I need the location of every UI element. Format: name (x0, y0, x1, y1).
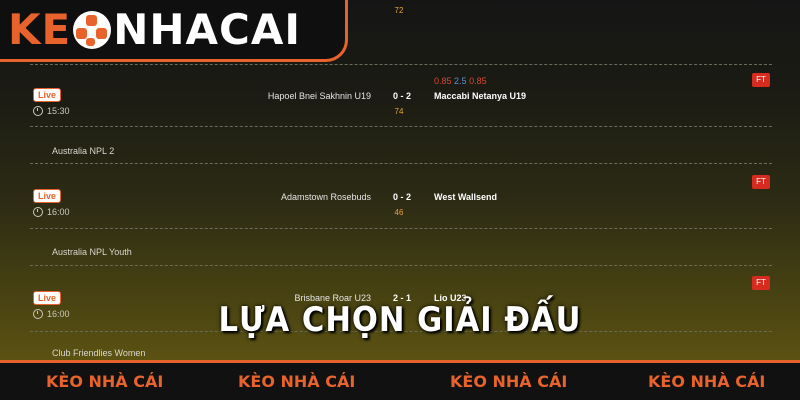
soccer-ball-icon (73, 10, 112, 49)
home-team[interactable]: Adamstown Rosebuds (171, 192, 371, 202)
footer-link[interactable]: KÈO NHÀ CÁI (46, 372, 163, 391)
match-score: 0 - 2 (392, 192, 411, 202)
odds-home: 0.85 (434, 76, 452, 86)
logo-letter-k: K (8, 5, 42, 54)
match-odds[interactable]: 0.85 2.5 0.85 (434, 76, 487, 86)
row-divider (30, 163, 772, 164)
clock-icon (33, 106, 43, 116)
kickoff-time: 16:00 (33, 207, 70, 217)
match-score: 0 - 2 (392, 91, 411, 101)
live-badge: Live (33, 88, 62, 102)
match-minute: 74 (394, 107, 404, 116)
home-team[interactable]: Hapoel Bnei Sakhnin U19 (171, 91, 371, 101)
league-name[interactable]: Australia NPL 2 (52, 146, 114, 156)
footer-link[interactable]: KÈO NHÀ CÁI (648, 372, 765, 391)
brand-logo[interactable]: K E NHACAI (0, 0, 348, 62)
odds-line: 2.5 (454, 76, 467, 86)
ft-badge[interactable]: FT (752, 73, 770, 87)
footer-link[interactable]: KÈO NHÀ CÁI (450, 372, 567, 391)
row-divider (30, 228, 772, 229)
headline-banner: LỰA CHỌN GIẢI ĐẤU (218, 300, 582, 340)
row-divider (30, 265, 772, 266)
league-name[interactable]: Australia NPL Youth (52, 247, 132, 257)
league-name[interactable]: Club Friendlies Women (52, 348, 145, 358)
away-team[interactable]: West Wallsend (434, 192, 497, 202)
logo-text: NHACAI (113, 5, 302, 54)
logo-letter-e: E (41, 5, 72, 54)
match-minute: 46 (394, 208, 404, 217)
previous-match-minute: 72 (394, 6, 404, 15)
live-badge: Live (33, 189, 62, 203)
kickoff-time: 15:30 (33, 106, 70, 116)
ft-badge[interactable]: FT (752, 175, 770, 189)
odds-away: 0.85 (469, 76, 487, 86)
row-divider (30, 126, 772, 127)
away-team[interactable]: Maccabi Netanya U19 (434, 91, 526, 101)
footer-link[interactable]: KÈO NHÀ CÁI (238, 372, 355, 391)
row-divider (30, 64, 772, 65)
clock-icon (33, 207, 43, 217)
footer-bar: KÈO NHÀ CÁI KÈO NHÀ CÁI KÈO NHÀ CÁI KÈO … (0, 360, 800, 400)
ft-badge[interactable]: FT (752, 276, 770, 290)
